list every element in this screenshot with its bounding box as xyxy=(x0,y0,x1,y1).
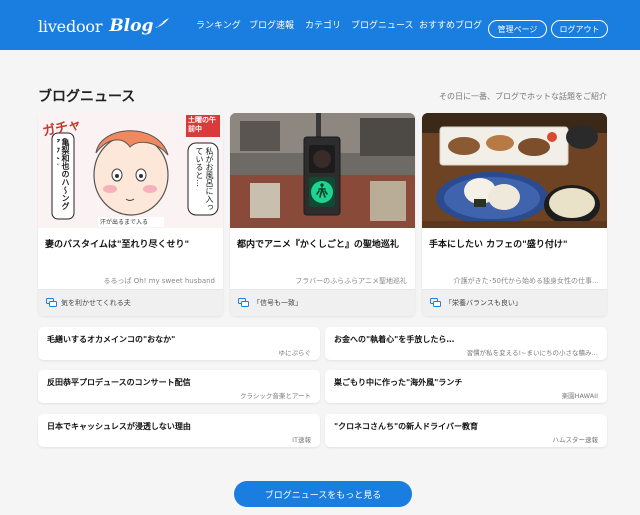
news-card[interactable]: 手本にしたい カフェの"盛り付け" 介護がきた･50代から始める独身女性の仕事…… xyxy=(422,113,607,316)
news-list-item[interactable]: 巣ごもり中に作った"海外風"ランチ 楽園HAWAII xyxy=(325,370,607,403)
card-comment-text: 「信号も一致」 xyxy=(253,299,302,307)
logout-button[interactable]: ログアウト xyxy=(551,20,608,38)
card-title: 都内でアニメ『かくしごと』の聖地巡礼 xyxy=(237,240,399,250)
news-item-title: 日本でキャッシュレスが浸透しない理由 xyxy=(47,422,191,431)
card-comment: 「信号も一致」 xyxy=(230,289,415,316)
manga-bubble-right-text: 私がお風呂に入っていると… xyxy=(195,147,214,211)
card-source: フラバーのふらふらアニメ聖地巡礼 xyxy=(295,277,407,285)
comment-icon xyxy=(430,298,441,307)
nav-category[interactable]: カテゴリ xyxy=(305,19,341,33)
card-source: るるっぱ Oh! my sweet husband xyxy=(103,277,215,285)
admin-page-button[interactable]: 管理ページ xyxy=(488,20,547,38)
news-item-title: 巣ごもり中に作った"海外風"ランチ xyxy=(334,378,463,387)
manga-badge-text: 土曜の午前中 xyxy=(188,116,216,133)
card-image-manga: ガチャ 土曜の午前中 亀梨和也のハ～ングアウト♪ 私がお風呂に入っていると… 汗… xyxy=(38,113,223,228)
news-list-item[interactable]: "クロネコさんち"の新人ドライバー教育 ハムスター速報 xyxy=(325,414,607,447)
nav-blog-news[interactable]: ブログニュース xyxy=(351,19,414,33)
site-header: livedoor Blog ランキング ブログ速報 カテゴリ ブログニュース お… xyxy=(0,0,640,50)
comment-icon xyxy=(46,298,57,307)
news-list-item[interactable]: お金への"執着心"を手放したら… 習慣が私を変える!~まいにちの小さな積み… xyxy=(325,327,607,360)
news-item-title: 反田恭平プロデュースのコンサート配信 xyxy=(47,378,191,387)
section-description: その日に一番、ブログでホットな話題をご紹介 xyxy=(439,92,607,101)
news-item-source: ハムスター速報 xyxy=(552,436,599,444)
card-comment-text: 「栄養バランスも良い」 xyxy=(445,299,522,307)
card-title: 妻のバスタイムは"至れり尽くせり" xyxy=(45,240,190,250)
manga-bubble-left-text: 亀梨和也のハ～ングアウト♪ xyxy=(57,138,70,210)
nav-blog-sokuho[interactable]: ブログ速報 xyxy=(249,19,294,33)
comment-icon xyxy=(238,298,249,307)
news-item-source: ゆにぷらぐ xyxy=(278,349,312,357)
card-comment: 「栄養バランスも良い」 xyxy=(422,289,607,316)
news-item-source: 楽園HAWAII xyxy=(561,392,598,400)
manga-caption-text: 汗が出るまで入る xyxy=(100,219,149,226)
news-item-source: 習慣が私を変える!~まいにちの小さな積み… xyxy=(466,349,598,357)
news-item-title: お金への"執着心"を手放したら… xyxy=(334,335,455,344)
news-item-source: IT速報 xyxy=(292,436,311,444)
card-image-traffic-light xyxy=(230,113,415,228)
news-item-title: "クロネコさんち"の新人ドライバー教育 xyxy=(334,422,479,431)
news-card[interactable]: ガチャ 土曜の午前中 亀梨和也のハ～ングアウト♪ 私がお風呂に入っていると… 汗… xyxy=(38,113,223,316)
news-item-title: 毛繕いするオカメインコの"おなか" xyxy=(47,335,176,344)
news-item-source: クラシック音楽とアート xyxy=(240,392,311,400)
card-title: 手本にしたい カフェの"盛り付け" xyxy=(429,240,568,250)
nav-ranking[interactable]: ランキング xyxy=(196,19,241,33)
card-image-food xyxy=(422,113,607,228)
card-source: 介護がきた･50代から始める独身女性の仕事… xyxy=(453,277,599,285)
section-title: ブログニュース xyxy=(38,89,136,105)
news-list-item[interactable]: 毛繕いするオカメインコの"おなか" ゆにぷらぐ xyxy=(38,327,320,360)
news-list-item[interactable]: 日本でキャッシュレスが浸透しない理由 IT速報 xyxy=(38,414,320,447)
news-list-item[interactable]: 反田恭平プロデュースのコンサート配信 クラシック音楽とアート xyxy=(38,370,320,403)
card-comment-text: 気を利かせてくれる夫 xyxy=(61,299,131,307)
card-comment: 気を利かせてくれる夫 xyxy=(38,289,223,316)
news-card[interactable]: 都内でアニメ『かくしごと』の聖地巡礼 フラバーのふらふらアニメ聖地巡礼 「信号も… xyxy=(230,113,415,316)
more-blog-news-button[interactable]: ブログニュースをもっと見る xyxy=(234,481,412,507)
nav-osusume-blog[interactable]: おすすめブログ xyxy=(419,19,482,33)
